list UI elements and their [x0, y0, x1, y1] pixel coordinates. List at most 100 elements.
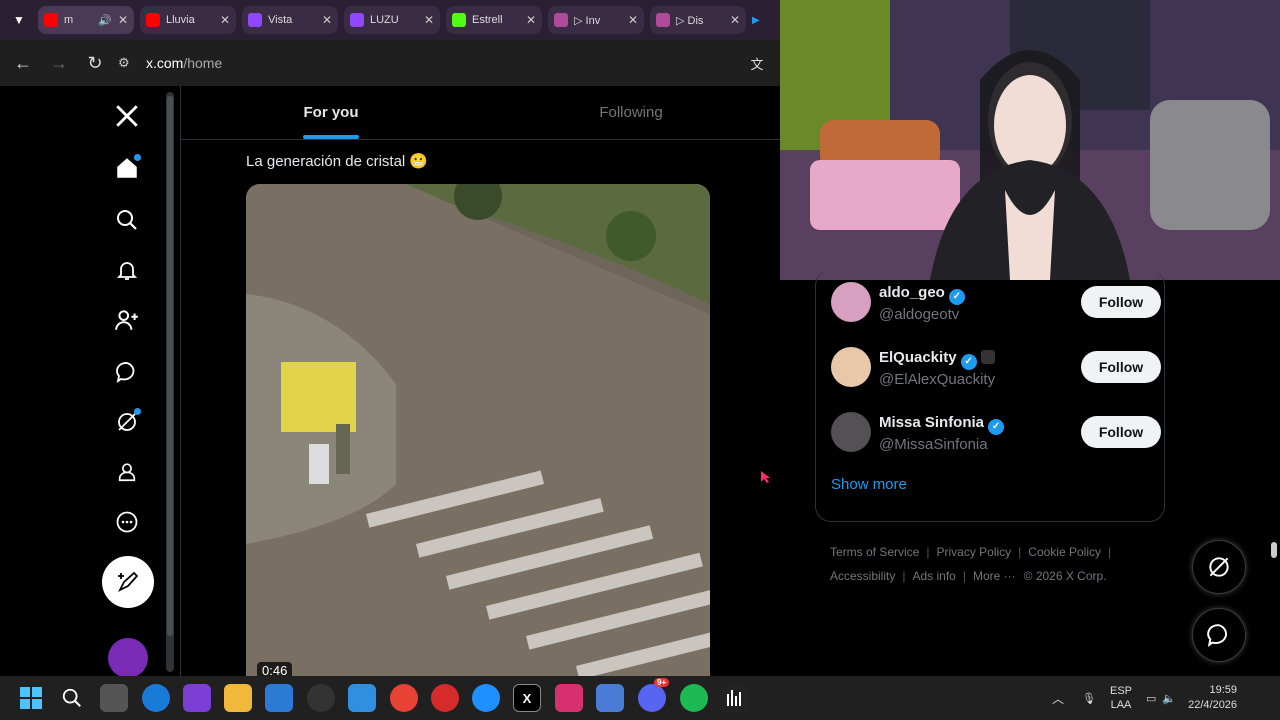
profile-icon[interactable]: [98, 452, 156, 492]
url-field[interactable]: ⚙ x.com/home: [118, 47, 738, 79]
follow-suggestion[interactable]: aldo_geo ✓ @aldogeotv Follow: [831, 280, 1161, 330]
notifications-bell-icon[interactable]: [98, 250, 156, 290]
taskbar: X 9+ ︿ 🎙 ESP LAA ▭ 🔈 19:59 22/4/2026: [0, 676, 1280, 720]
avatar[interactable]: [831, 282, 871, 322]
follow-button[interactable]: Follow: [1081, 286, 1161, 318]
forward-icon[interactable]: →: [46, 50, 72, 76]
file-explorer-icon[interactable]: [224, 684, 252, 712]
account-avatar[interactable]: [108, 638, 148, 678]
accessibility-link[interactable]: Accessibility: [830, 569, 895, 583]
follow-suggestion[interactable]: ElQuackity ✓ @ElAlexQuackity Follow: [831, 345, 1161, 395]
search-icon[interactable]: [98, 200, 156, 240]
close-tab-icon[interactable]: ✕: [730, 13, 740, 27]
messages-fab-button[interactable]: [1192, 608, 1246, 662]
spotify-icon[interactable]: [680, 684, 708, 712]
mouse-cursor-icon: [760, 470, 772, 484]
scrollbar-thumb[interactable]: [1271, 542, 1277, 558]
left-scrollbar[interactable]: [166, 92, 174, 672]
close-tab-icon[interactable]: ✕: [220, 13, 230, 27]
browser-tab[interactable]: m 🔊 ✕: [38, 6, 134, 34]
grok-fab-button[interactable]: [1192, 540, 1246, 594]
clock[interactable]: 19:59 22/4/2026: [1188, 683, 1237, 713]
follow-button[interactable]: Follow: [1081, 416, 1161, 448]
microphone-icon[interactable]: 🎙: [1082, 692, 1096, 705]
browser-tab-strip: ▼ m 🔊 ✕ Lluvia ✕ Vista ✕ LUZU ✕ Estrell …: [0, 0, 780, 40]
tab-following[interactable]: Following: [481, 86, 781, 139]
language-indicator[interactable]: ESP LAA: [1110, 684, 1132, 712]
follow-suggestion[interactable]: Missa Sinfonia ✓ @MissaSinfonia Follow: [831, 410, 1161, 460]
x-app-icon[interactable]: X: [513, 684, 541, 712]
tab-title: Vista: [268, 14, 293, 26]
avatar[interactable]: [831, 412, 871, 452]
back-icon[interactable]: ←: [10, 50, 36, 76]
app-icon[interactable]: [348, 684, 376, 712]
app-icon[interactable]: [596, 684, 624, 712]
close-tab-icon[interactable]: ✕: [118, 13, 128, 27]
notification-dot: [134, 408, 141, 415]
translate-icon[interactable]: 文: [744, 50, 770, 76]
account-name: ElQuackity: [879, 349, 957, 366]
browser-tab[interactable]: LUZU ✕: [344, 6, 440, 34]
messages-icon[interactable]: [98, 352, 156, 392]
system-tray: ︿ 🎙 ESP LAA ▭ 🔈 19:59 22/4/2026: [1052, 676, 1237, 720]
browser-tab[interactable]: ▷ Dis ✕: [650, 6, 746, 34]
right-scrollbar[interactable]: [1270, 300, 1278, 670]
app-icon[interactable]: [183, 684, 211, 712]
speaker-icon[interactable]: 🔊: [98, 14, 112, 27]
chrome-icon[interactable]: [390, 684, 418, 712]
video-frame-image: [246, 184, 710, 676]
close-tab-icon[interactable]: ✕: [424, 13, 434, 27]
timeline-tabs: For you Following: [181, 86, 781, 140]
close-tab-icon[interactable]: ✕: [322, 13, 332, 27]
discord-badge: 9+: [654, 678, 670, 687]
browser-tab[interactable]: Vista ✕: [242, 6, 338, 34]
follow-button[interactable]: Follow: [1081, 351, 1161, 383]
app-icon[interactable]: [472, 684, 500, 712]
show-more-link[interactable]: Show more: [831, 476, 907, 493]
more-options-icon[interactable]: [98, 502, 156, 542]
site-settings-icon[interactable]: ⚙: [118, 55, 134, 71]
app-icon[interactable]: [265, 684, 293, 712]
audio-app-icon[interactable]: [721, 684, 749, 712]
windows-start-icon[interactable]: [17, 684, 45, 712]
discord-icon[interactable]: 9+: [638, 678, 670, 712]
clock-time: 19:59: [1209, 684, 1238, 696]
kick-icon: [452, 13, 466, 27]
grok-icon[interactable]: [98, 402, 156, 442]
post-video[interactable]: [246, 184, 710, 676]
obs-icon[interactable]: [307, 684, 335, 712]
ads-info-link[interactable]: Ads info: [912, 569, 955, 583]
reload-icon[interactable]: ↻: [82, 50, 108, 76]
compose-post-button[interactable]: [102, 556, 154, 608]
close-tab-icon[interactable]: ✕: [628, 13, 638, 27]
close-tab-icon[interactable]: ✕: [526, 13, 536, 27]
more-link[interactable]: More ···: [973, 569, 1016, 583]
scrollbar-thumb[interactable]: [167, 96, 173, 636]
tab-scroll-icon[interactable]: ▶: [752, 15, 760, 26]
home-icon[interactable]: [98, 148, 156, 188]
post-text: La generación de cristal 😬: [246, 153, 429, 170]
task-view-icon[interactable]: [100, 684, 128, 712]
tab-title: ▷ Dis: [676, 14, 704, 27]
volume-icon[interactable]: 🔈: [1162, 692, 1176, 705]
compose-icon: [117, 571, 139, 593]
verified-badge-icon: ✓: [988, 419, 1005, 435]
tab-search-chevron-icon[interactable]: ▼: [6, 7, 32, 33]
network-icon[interactable]: ▭: [1146, 692, 1156, 705]
search-icon[interactable]: [58, 684, 86, 712]
tab-for-you[interactable]: For you: [181, 86, 481, 139]
browser-tab[interactable]: Estrell ✕: [446, 6, 542, 34]
browser-tab[interactable]: Lluvia ✕: [140, 6, 236, 34]
instagram-icon[interactable]: [555, 684, 583, 712]
avatar[interactable]: [831, 347, 871, 387]
account-handle: @MissaSinfonia: [879, 436, 988, 453]
x-logo-icon[interactable]: [98, 96, 156, 136]
edge-icon[interactable]: [142, 684, 170, 712]
browser-tab[interactable]: ▷ Inv ✕: [548, 6, 644, 34]
privacy-link[interactable]: Privacy Policy: [936, 545, 1011, 559]
cookie-link[interactable]: Cookie Policy: [1028, 545, 1101, 559]
app-icon[interactable]: [431, 684, 459, 712]
show-hidden-icons-icon[interactable]: ︿: [1052, 690, 1064, 707]
follow-people-icon[interactable]: [98, 300, 156, 340]
terms-link[interactable]: Terms of Service: [830, 545, 919, 559]
